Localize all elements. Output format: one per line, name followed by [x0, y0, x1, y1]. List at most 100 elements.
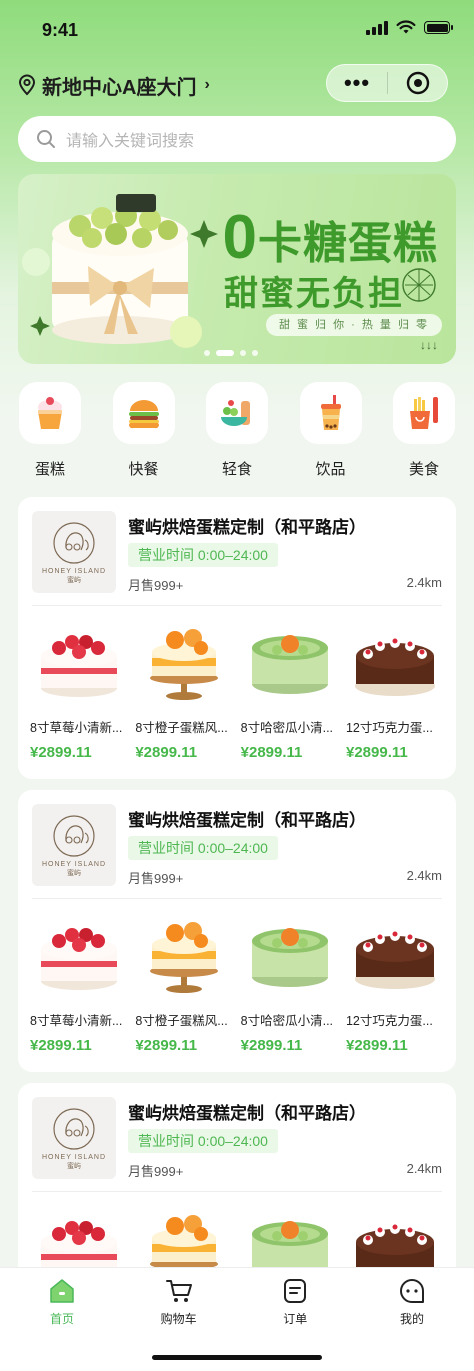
banner-cake-image — [22, 194, 218, 348]
product-item[interactable]: 8寸草莓小清新... ¥2899.11 — [30, 914, 128, 1054]
pagination-dot — [252, 350, 258, 356]
close-miniprogram-button[interactable] — [388, 71, 447, 95]
search-input[interactable]: 请输入关键词搜索 — [66, 127, 194, 151]
banner-tagline: 甜 蜜 归 你 · 热 量 归 零 — [266, 314, 442, 336]
store-logo: HONEY ISLAND 蜜屿 — [32, 804, 116, 886]
product-item[interactable]: 8寸哈密瓜小清... ¥2899.11 — [241, 914, 339, 1054]
product-item[interactable]: 8寸橙子蛋糕风... ¥2899.11 — [135, 914, 233, 1054]
home-icon — [50, 1279, 74, 1303]
pagination-dot — [204, 350, 210, 356]
product-item[interactable]: 8寸哈密瓜小清... ¥2899.11 — [241, 621, 339, 761]
location-pin-icon — [18, 74, 36, 96]
product-image — [30, 914, 128, 996]
status-icons — [366, 20, 453, 35]
product-name: 12寸巧克力蛋... — [345, 721, 433, 735]
status-time: 9:41 — [42, 20, 79, 40]
product-row: 8寸草莓小清新...¥2899.118寸橙子蛋糕风...¥2899.118寸哈密… — [30, 621, 444, 761]
home-indicator — [152, 1355, 322, 1360]
product-price: ¥2899.11 — [30, 1037, 92, 1054]
store-distance: 2.4km — [406, 1161, 442, 1176]
product-image — [241, 914, 339, 996]
product-item[interactable]: 12寸巧克力蛋... ¥2899.11 — [346, 914, 444, 1054]
logo-text-cn: 蜜屿 — [67, 576, 81, 584]
product-image — [346, 621, 444, 703]
store-distance: 2.4km — [406, 575, 442, 590]
category-label: 蛋糕 — [34, 461, 65, 478]
pagination-dot-active — [216, 350, 234, 356]
divider — [32, 898, 442, 899]
product-name: 12寸巧克力蛋... — [345, 1014, 433, 1028]
tab-label: 我的 — [399, 1312, 424, 1326]
bubble-tea-icon — [299, 382, 362, 444]
logo-text-cn: 蜜屿 — [67, 1162, 81, 1170]
salad-icon — [206, 382, 268, 444]
category-label: 轻食 — [221, 461, 252, 478]
store-card[interactable]: HONEY ISLAND 蜜屿 蜜屿烘焙蛋糕定制（和平路店） 营业时间 0:00… — [18, 497, 456, 779]
monthly-sales: 月售999+ — [128, 578, 184, 593]
banner-pagination — [204, 350, 258, 356]
category-drinks[interactable]: 饮品 — [299, 382, 363, 479]
tab-home[interactable]: 首页 — [26, 1268, 98, 1327]
tab-label: 订单 — [283, 1312, 308, 1326]
banner-zero: 0 — [222, 203, 258, 272]
product-item[interactable]: 8寸草莓小清新... ¥2899.11 — [30, 621, 128, 761]
search-icon — [37, 130, 55, 148]
category-label: 饮品 — [315, 461, 346, 478]
product-price: ¥2899.11 — [240, 744, 303, 761]
banner-decoration-icon — [402, 268, 436, 302]
search-bar[interactable]: 请输入关键词搜索 — [18, 116, 456, 162]
category-food[interactable]: 美食 — [392, 382, 456, 479]
product-item[interactable]: 12寸巧克力蛋... ¥2899.11 — [346, 621, 444, 761]
product-name: 8寸哈密瓜小清... — [240, 1014, 334, 1028]
product-price: ¥2899.11 — [240, 1037, 303, 1054]
pagination-dot — [240, 350, 246, 356]
banner-headline: 0卡糖蛋糕 — [223, 202, 438, 273]
battery-icon — [424, 21, 453, 34]
location-selector[interactable]: 新地中心A座大门 › — [18, 70, 210, 100]
logo-text-en: HONEY ISLAND — [42, 567, 106, 575]
divider — [32, 1191, 442, 1192]
more-button[interactable]: ••• — [327, 64, 387, 102]
location-name: 新地中心A座大门 — [42, 76, 197, 99]
wifi-icon — [396, 20, 416, 34]
promo-banner[interactable]: 0卡糖蛋糕 甜蜜无负担 甜 蜜 归 你 · 热 量 归 零 ↓↓↓ — [18, 174, 456, 364]
store-logo: HONEY ISLAND 蜜屿 — [32, 1097, 116, 1179]
monthly-sales: 月售999+ — [128, 1164, 184, 1179]
tab-orders[interactable]: 订单 — [259, 1268, 331, 1327]
chevron-right-icon: › — [204, 76, 210, 93]
miniprogram-capsule: ••• — [326, 64, 448, 102]
tab-cart[interactable]: 购物车 — [143, 1268, 215, 1327]
product-price: ¥2899.11 — [345, 744, 408, 761]
category-fastfood[interactable]: 快餐 — [112, 382, 176, 479]
cake-icon — [19, 382, 81, 444]
category-row: 蛋糕 快餐 轻食 饮品 美食 — [18, 382, 456, 479]
logo-text-en: HONEY ISLAND — [42, 860, 106, 868]
category-cake[interactable]: 蛋糕 — [18, 382, 82, 479]
banner-headline-rest: 卡糖蛋糕 — [258, 219, 438, 268]
business-hours-badge: 营业时间 0:00–24:00 — [128, 1129, 278, 1153]
product-image — [135, 914, 233, 996]
profile-icon — [400, 1279, 424, 1303]
product-image — [241, 621, 339, 703]
logo-text-cn: 蜜屿 — [67, 869, 81, 877]
product-name: 8寸橙子蛋糕风... — [135, 721, 228, 735]
business-hours-badge: 营业时间 0:00–24:00 — [128, 836, 278, 860]
store-card[interactable]: HONEY ISLAND 蜜屿 蜜屿烘焙蛋糕定制（和平路店） 营业时间 0:00… — [18, 790, 456, 1072]
tab-label: 首页 — [49, 1312, 74, 1326]
product-name: 8寸哈密瓜小清... — [240, 721, 334, 735]
category-light-meal[interactable]: 轻食 — [205, 382, 269, 479]
monthly-sales: 月售999+ — [128, 871, 184, 886]
store-name: 蜜屿烘焙蛋糕定制（和平路店） — [128, 811, 366, 830]
banner-arrows: ↓↓↓ — [420, 338, 438, 352]
logo-text-en: HONEY ISLAND — [42, 1153, 106, 1161]
product-name: 8寸草莓小清新... — [30, 1014, 123, 1028]
product-item[interactable]: 8寸橙子蛋糕风... ¥2899.11 — [135, 621, 233, 761]
business-hours-badge: 营业时间 0:00–24:00 — [128, 543, 278, 567]
product-image — [30, 621, 128, 703]
tab-profile[interactable]: 我的 — [376, 1268, 448, 1327]
product-name: 8寸橙子蛋糕风... — [135, 1014, 228, 1028]
product-image — [135, 621, 233, 703]
category-label: 快餐 — [128, 461, 159, 478]
store-name: 蜜屿烘焙蛋糕定制（和平路店） — [128, 1104, 366, 1123]
product-row: 8寸草莓小清新...¥2899.118寸橙子蛋糕风...¥2899.118寸哈密… — [30, 914, 444, 1054]
